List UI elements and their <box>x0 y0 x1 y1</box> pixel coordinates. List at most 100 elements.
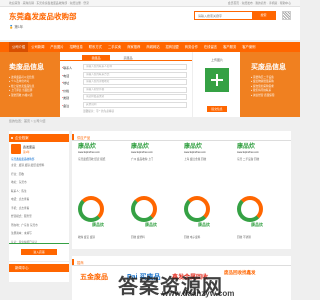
product-caption: 回收 电子废料 <box>184 236 201 239</box>
product-caption: 回收 废塑料 <box>131 236 145 239</box>
product-logo-label: 康品炊 <box>198 222 210 227</box>
upload-label: 上传图片 <box>210 58 223 62</box>
form-input[interactable]: 请输入期望价格 <box>83 86 187 93</box>
nav-item[interactable]: 商家推荐 <box>124 42 143 52</box>
product-url: www.feipinzhan.com <box>131 151 153 154</box>
form-label: *类别 <box>62 96 69 100</box>
form-label-text: 类别 <box>63 96 70 100</box>
form-label-text: 地址 <box>63 81 70 85</box>
panel-bullet: ▸ 现金回收 价格公道 <box>9 93 33 97</box>
form-tabs: 卖废品 买废品 <box>60 54 192 61</box>
member-years-text: 第1年 <box>14 25 24 29</box>
nav-item[interactable]: 二手买卖 <box>105 42 124 52</box>
nav-item[interactable]: 在线留言 <box>201 42 220 52</box>
nav-item[interactable]: 公司介绍 <box>9 42 29 52</box>
tab-sell[interactable]: 卖废品 <box>82 55 110 61</box>
company-level: 第1年 <box>23 151 30 154</box>
product-caption: 东莞废纸回收 纸皮 报纸 <box>78 158 106 161</box>
upload-plus-button[interactable] <box>205 68 229 92</box>
company-info-line: 联系人：陈生 <box>11 189 27 193</box>
product-card[interactable]: 康品炊 www.feipinzhan.com 东莞废纸回收 纸皮 报纸 <box>78 144 124 161</box>
news-header: 新闻中心 <box>9 264 69 272</box>
breadcrumb[interactable]: 您的位置：首页 > 公司介绍 <box>9 119 45 123</box>
product-logo-ring[interactable] <box>237 196 263 222</box>
nav-item[interactable]: 招商加盟 <box>163 42 182 52</box>
top-bar-left-links[interactable]: 欢迎来到 · 采购直销 · 东莞永泰鑫发废品收购部 · 免费注册 · 登录 <box>9 1 89 5</box>
nav-item[interactable]: 联系方式 <box>86 42 105 52</box>
company-section-header: 企业档案 <box>9 134 69 142</box>
search-box: 搜索 <box>194 11 276 20</box>
products-title: 供应产品 <box>77 136 91 140</box>
product-logo-ring[interactable] <box>78 196 104 222</box>
panel-bullet: ▸ 诚信经营 质量保障 <box>251 93 275 97</box>
upload-card: 上传图片 提交信息 <box>192 52 240 117</box>
form-input[interactable]: 请输入您的详细地址 <box>83 79 187 85</box>
ads-title: 招商 <box>77 261 84 265</box>
form-input[interactable]: 请输入您的联系方式 <box>83 71 187 78</box>
company-info-line: 经营模式：服务型 <box>11 215 32 218</box>
buy-panel-title: 买废品信息 <box>251 64 286 71</box>
product-caption: 上海 废旧金属 回收 <box>184 158 207 161</box>
form-label-text: 联系人 <box>63 66 73 70</box>
nav-item[interactable]: 商务合作 <box>182 42 201 52</box>
ad-banner-4[interactable]: 废品回收找鑫发 <box>224 270 256 276</box>
nav-item[interactable]: 公司新闻 <box>28 42 47 52</box>
ad-banner-1[interactable]: 五金废品 <box>80 272 108 282</box>
nav-items: 公司介绍 公司新闻 产品图片 招聘信息 联系方式 二手买卖 商家推荐 商城网站 招商加盟 商务合作… <box>9 42 258 52</box>
product-card[interactable]: 康品炊 www.feipinzhan.com 广州 废品收购 上门 <box>131 144 177 161</box>
watermark-url: www.daanzyw.com <box>162 289 235 298</box>
nav-item[interactable]: 产品图片 <box>47 42 66 52</box>
form-input[interactable]: 请输入您的联系人名称 <box>83 64 187 70</box>
form-input[interactable]: 其他说明 <box>83 101 187 108</box>
company-sidebar: 企业档案 鑫发废品 第1年 东莞鑫发废品收购部 主营：废铜 废铁 废纸 废塑料行… <box>9 131 69 261</box>
product-logo: 康品炊 <box>78 144 97 150</box>
enter-shop-button[interactable]: 进入店铺 <box>21 249 57 255</box>
product-url: www.feipinzhan.com <box>237 151 259 154</box>
buy-panel: 买废品信息 ▸ 需要购买二手设备 ▸ 废旧物资批量采购 ▸ 提交您的采购需求 ▸ 我们… <box>251 62 291 98</box>
sell-panel-bullets: ▸ 这些废品可以卖给您 ▸ 个人及单位均可 ▸ 线上提交卖废品信息 ▸ 上门评估 当面… <box>9 76 49 98</box>
submit-form: 卖废品 买废品 *联系人 请输入您的联系人名称 *电话 请输入您的联系方式 *地址 请输入… <box>60 52 192 117</box>
nav-item[interactable]: 客户案例 <box>239 42 258 52</box>
top-bar: 欢迎来到 · 采购直销 · 东莞永泰鑫发废品收购部 · 免费注册 · 登录 会员… <box>0 0 300 7</box>
site-title[interactable]: 东莞鑫发废品收购部 <box>9 11 77 22</box>
sell-panel: 卖废品信息 ▸ 这些废品可以卖给您 ▸ 个人及单位均可 ▸ 线上提交卖废品信息 ▸ 上… <box>9 62 49 98</box>
nav-item[interactable]: 招聘信息 <box>67 42 86 52</box>
company-info-line: 所在地：广东省 东莞市 <box>11 223 38 227</box>
divider <box>9 243 69 244</box>
product-caption: 东莞 二手设备 回收 <box>237 158 260 161</box>
avatar <box>11 144 21 154</box>
company-info-line: 地址：东莞市 <box>11 181 27 184</box>
form-input[interactable]: 请选择废品类别 <box>83 94 187 100</box>
product-card[interactable]: 康品炊 www.feipinzhan.com 东莞 二手设备 回收 <box>237 144 283 161</box>
form-row: *备注 其他说明 <box>62 101 190 110</box>
form-hint: 温馨提示：带 * 的为必填项 <box>83 110 114 113</box>
form-label: *地址 <box>62 81 69 85</box>
product-logo-ring[interactable] <box>131 196 157 222</box>
company-name: 鑫发废品 <box>23 145 36 149</box>
submit-button[interactable]: 提交信息 <box>207 106 227 112</box>
search-button[interactable]: 搜索 <box>252 12 275 19</box>
company-info-line: 主营：废铜 废铁 废纸 废塑料 <box>11 164 45 167</box>
product-logo: 康品炊 <box>237 144 256 150</box>
plus-icon-vertical <box>216 74 218 86</box>
product-logo-label: 康品炊 <box>251 222 263 227</box>
sell-panel-title: 卖废品信息 <box>9 64 44 71</box>
nav-item[interactable]: 商城网站 <box>143 42 162 52</box>
product-caption: 回收 不锈钢 <box>237 236 251 239</box>
company-info-line: 行业：回收 <box>11 172 24 176</box>
form-label-text: 电话 <box>63 73 70 78</box>
company-section-title: 企业档案 <box>15 136 29 140</box>
nav-item[interactable]: 客户服务 <box>220 42 239 52</box>
product-logo-label: 康品炊 <box>145 222 157 227</box>
product-logo: 康品炊 <box>184 144 203 150</box>
tab-buy[interactable]: 买废品 <box>114 55 142 61</box>
product-card[interactable]: 康品炊 www.feipinzhan.com 上海 废旧金属 回收 <box>184 144 230 161</box>
top-bar-right-links[interactable]: 会员首页 · 免费发布 · 我的商务 · 手机版 · 帮助中心 <box>228 1 291 5</box>
product-logo-ring[interactable] <box>184 196 210 222</box>
company-link[interactable]: 东莞鑫发废品收购部 <box>11 157 67 161</box>
products-section: 供应产品 康品炊 www.feipinzhan.com 东莞废纸回收 纸皮 报纸 康品… <box>72 131 291 249</box>
search-input[interactable] <box>195 12 253 19</box>
buy-panel-bullets: ▸ 需要购买二手设备 ▸ 废旧物资批量采购 ▸ 提交您的采购需求 ▸ 我们将尽快联系 ▸… <box>251 76 291 98</box>
products-header: 供应产品 <box>72 133 291 141</box>
product-caption: 广州 废品收购 上门 <box>131 158 154 161</box>
